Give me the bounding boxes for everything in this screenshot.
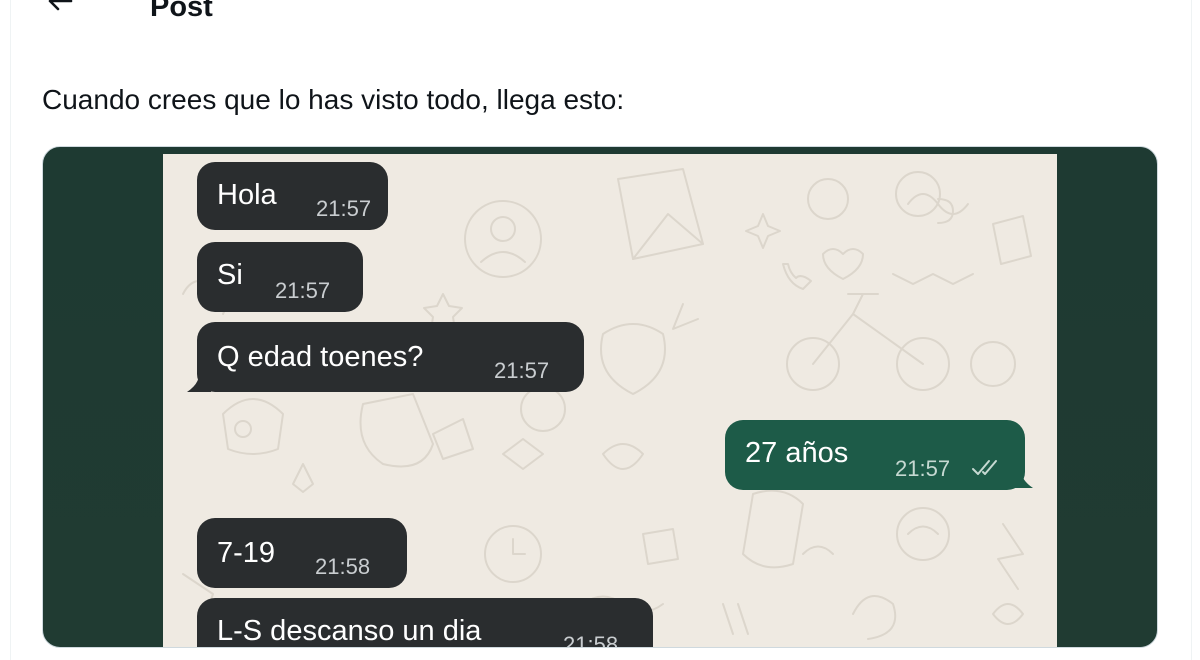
message-text: L-S descanso un dia: [217, 615, 482, 647]
incoming-message-bubble[interactable]: L-S descanso un dia 21:58: [197, 598, 653, 648]
message-text: 7-19: [217, 537, 276, 569]
message-text: 27 años: [745, 437, 849, 469]
bubble-tail: [1009, 470, 1033, 488]
incoming-message-bubble[interactable]: Si 21:57: [197, 242, 363, 312]
back-button[interactable]: [42, 0, 78, 16]
arrow-left-icon: [48, 0, 73, 11]
message-text: Si: [217, 259, 243, 291]
message-time: 21:57: [895, 456, 951, 481]
message-text: Q edad toenes?: [217, 341, 424, 373]
incoming-message-bubble[interactable]: Hola 21:57: [197, 162, 388, 230]
chat-screenshot: Hola 21:57 Si 21:57 Q edad toenes? 21:57…: [163, 154, 1057, 648]
incoming-message-bubble[interactable]: 7-19 21:58: [197, 518, 407, 588]
message-time: 21:58: [315, 554, 371, 579]
outgoing-message-bubble[interactable]: 27 años 21:57: [725, 420, 1025, 490]
bubble-tail: [187, 374, 211, 392]
incoming-message-bubble[interactable]: Q edad toenes? 21:57: [197, 322, 584, 392]
message-time: 21:57: [494, 358, 550, 383]
message-time: 21:57: [316, 196, 372, 221]
page-title: Post: [150, 0, 213, 23]
message-time: 21:58: [563, 632, 619, 648]
post-media-image[interactable]: Hola 21:57 Si 21:57 Q edad toenes? 21:57…: [42, 146, 1158, 648]
post-header: Post: [0, 0, 1200, 52]
post-text: Cuando crees que lo has visto todo, lleg…: [42, 84, 625, 115]
message-time: 21:57: [275, 278, 331, 303]
message-text: Hola: [217, 179, 277, 211]
double-check-icon: [972, 460, 997, 475]
